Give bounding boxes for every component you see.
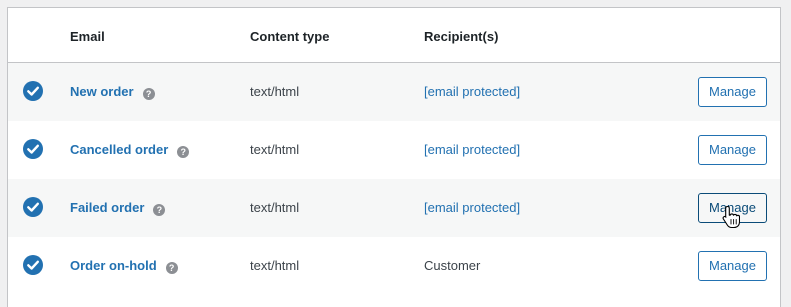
check-circle-icon bbox=[23, 139, 43, 159]
content-type-value: text/html bbox=[250, 200, 300, 215]
table-row: New order? text/html [email protected] M… bbox=[8, 63, 780, 121]
manage-button[interactable]: Manage bbox=[698, 193, 767, 223]
manage-button[interactable]: Manage bbox=[698, 135, 767, 165]
table-row: Cancelled order? text/html [email protec… bbox=[8, 121, 780, 179]
recipient-link[interactable]: [email protected] bbox=[424, 84, 520, 99]
table-row: Order on-hold? text/html Customer Manage bbox=[8, 237, 780, 295]
email-name-link[interactable]: New order? bbox=[70, 84, 155, 100]
manage-button[interactable]: Manage bbox=[698, 251, 767, 281]
recipient-text: Customer bbox=[424, 258, 481, 273]
recipient-link[interactable]: [email protected] bbox=[424, 200, 520, 215]
content-type-value: text/html bbox=[250, 258, 300, 273]
help-icon[interactable]: ? bbox=[153, 204, 166, 216]
email-name-link[interactable]: Failed order? bbox=[70, 200, 166, 216]
help-icon[interactable]: ? bbox=[142, 88, 155, 100]
header-content-type: Content type bbox=[250, 29, 330, 44]
check-circle-icon bbox=[23, 81, 43, 101]
check-circle-icon bbox=[23, 197, 43, 217]
header-recipients: Recipient(s) bbox=[424, 29, 499, 44]
help-icon[interactable]: ? bbox=[177, 146, 190, 158]
content-type-value: text/html bbox=[250, 84, 300, 99]
table-header: Email Content type Recipient(s) bbox=[8, 8, 780, 63]
email-name-label: Order on-hold bbox=[70, 258, 157, 273]
check-circle-icon bbox=[23, 255, 43, 275]
email-notifications-table: Email Content type Recipient(s) New orde… bbox=[7, 7, 781, 307]
header-email: Email bbox=[70, 29, 105, 44]
email-name-link[interactable]: Order on-hold? bbox=[70, 258, 178, 274]
content-type-value: text/html bbox=[250, 142, 300, 157]
email-name-label: New order bbox=[70, 84, 134, 99]
email-name-link[interactable]: Cancelled order? bbox=[70, 142, 190, 158]
help-icon[interactable]: ? bbox=[165, 262, 178, 274]
email-name-label: Cancelled order bbox=[70, 142, 169, 157]
email-name-label: Failed order bbox=[70, 200, 145, 215]
table-row: Failed order? text/html [email protected… bbox=[8, 179, 780, 237]
manage-button[interactable]: Manage bbox=[698, 77, 767, 107]
recipient-link[interactable]: [email protected] bbox=[424, 142, 520, 157]
